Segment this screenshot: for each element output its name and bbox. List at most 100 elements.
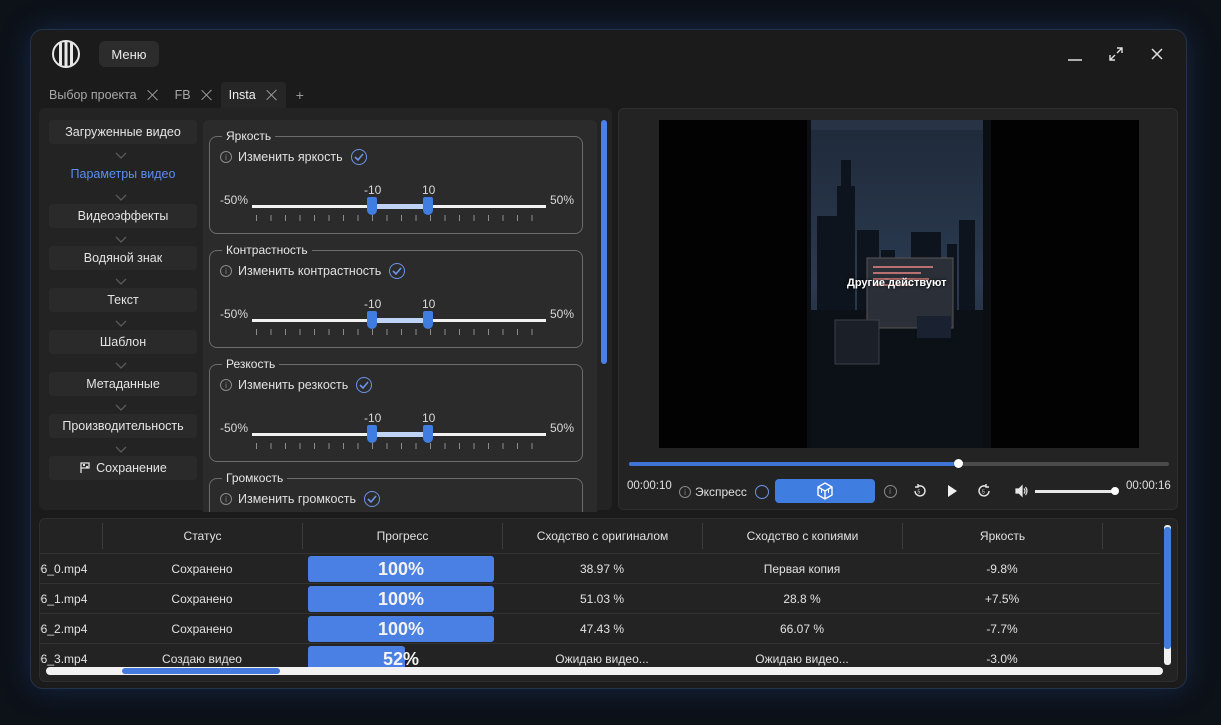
video-seek-bar[interactable] <box>629 459 1169 468</box>
sidebar-item-label: Сохранение <box>96 461 167 475</box>
rewind-icon[interactable]: 5 <box>911 482 929 500</box>
range-slider-low-handle[interactable] <box>367 311 377 329</box>
sidebar-item-metadata[interactable]: Метаданные <box>49 372 197 411</box>
tab-project-select[interactable]: Выбор проекта <box>41 82 167 108</box>
volume-icon[interactable] <box>1013 482 1031 500</box>
range-max-label: 50% <box>549 193 574 207</box>
express-option[interactable]: i Экспресс <box>679 485 769 499</box>
scrollbar-thumb[interactable] <box>1164 527 1171 649</box>
table-row[interactable]: 06_0.mp4 Сохранено 100% 38.97 % Первая копия… <box>40 553 1160 583</box>
results-table: Статус Прогресс Сходство с оригиналом Сх… <box>39 518 1178 682</box>
info-icon-glyph: i <box>883 484 897 498</box>
sidebar-item-performance[interactable]: Производительность <box>49 414 197 453</box>
chevron-down-icon <box>115 278 127 285</box>
contrast-toggle[interactable]: i Изменить контрастность <box>220 263 406 279</box>
tab-label: FB <box>174 88 191 102</box>
similarity-original-cell: 47.43 % <box>579 622 625 636</box>
chevron-down-icon <box>115 236 127 243</box>
forward-icon[interactable]: 5 <box>975 482 993 500</box>
status-cell: Сохранено <box>171 562 233 576</box>
sidebar-item-text[interactable]: Текст <box>49 288 197 327</box>
menu-button[interactable]: Меню <box>99 41 159 67</box>
progress-bar: 100% <box>308 616 494 642</box>
range-slider-high-handle[interactable] <box>423 311 433 329</box>
status-cell: Сохранено <box>171 622 233 636</box>
video-subtitle: Другие действуют <box>847 277 947 289</box>
checkmark-icon[interactable] <box>356 377 373 393</box>
sidebar-item-watermark[interactable]: Водяной знак <box>49 246 197 285</box>
column-header-progress[interactable]: Прогресс <box>302 523 502 549</box>
info-icon: i <box>220 151 232 163</box>
express-radio[interactable] <box>754 485 769 499</box>
column-header-brightness[interactable]: Яркость <box>902 523 1102 549</box>
range-slider-selection <box>372 318 428 323</box>
total-time: 00:00:16 <box>1126 480 1171 492</box>
column-header-similarity-original[interactable]: Сходство с оригиналом <box>502 523 702 549</box>
maximize-icon[interactable] <box>1104 42 1128 66</box>
tab-close-icon[interactable] <box>201 89 213 101</box>
similarity-copies-cell: 28.8 % <box>783 592 821 606</box>
play-icon[interactable] <box>943 482 961 500</box>
settings-scrollbar[interactable] <box>601 120 607 364</box>
checkmark-icon[interactable] <box>350 149 367 165</box>
column-header-status[interactable]: Статус <box>102 523 302 549</box>
video-frame: Другие действуют <box>807 120 991 448</box>
column-header-extra <box>1102 523 1162 549</box>
slider-ticks <box>256 329 546 335</box>
sidebar-item-uploaded-videos[interactable]: Загруженные видео <box>49 120 197 159</box>
progress-label: 100% <box>377 558 425 579</box>
sidebar-item-video-params[interactable]: Параметры видео <box>49 162 197 201</box>
video-params-settings: Яркость i Изменить яркость -50% -10 10 5… <box>203 120 597 512</box>
range-slider-low-handle[interactable] <box>367 425 377 443</box>
current-time: 00:00:10 <box>627 480 672 492</box>
flag-icon <box>80 462 90 473</box>
sidebar-item-video-effects[interactable]: Видеоэффекты <box>49 204 197 243</box>
seek-bar-handle[interactable] <box>954 459 964 468</box>
table-row[interactable]: 06_1.mp4 Сохранено 100% 51.03 % 28.8 % +7.5% <box>40 583 1160 613</box>
range-slider-high-handle[interactable] <box>423 197 433 215</box>
add-tab-button[interactable]: + <box>286 87 314 103</box>
table-horizontal-scrollbar[interactable] <box>46 667 1163 675</box>
volume-slider-handle[interactable] <box>1111 487 1119 495</box>
range-slider-high-handle[interactable] <box>423 425 433 443</box>
tab-insta[interactable]: Insta <box>220 82 286 108</box>
sharpness-toggle[interactable]: i Изменить резкость <box>220 377 373 393</box>
column-header-similarity-copies[interactable]: Сходство с копиями <box>702 523 902 549</box>
chevron-down-icon <box>115 152 127 159</box>
volume-slider[interactable] <box>1035 490 1115 493</box>
sidebar-item-template[interactable]: Шаблон <box>49 330 197 369</box>
tab-close-icon[interactable] <box>266 89 278 101</box>
info-icon: i <box>220 265 232 277</box>
range-slider-low-handle[interactable] <box>367 197 377 215</box>
sidebar-item-label: Водяной знак <box>83 251 163 265</box>
progress-bar: 100% <box>308 556 494 582</box>
progress-label: 100% <box>377 588 425 609</box>
tab-close-icon[interactable] <box>147 89 159 101</box>
close-icon[interactable] <box>1145 42 1169 66</box>
range-low-value: -10 <box>364 297 382 311</box>
svg-text:5: 5 <box>918 490 921 496</box>
table-row[interactable]: 06_2.mp4 Сохранено 100% 47.43 % 66.07 % -7.7% <box>40 613 1160 643</box>
generate-button[interactable] <box>775 479 875 503</box>
checkbox-label: Изменить громкость <box>238 492 356 506</box>
volume-toggle[interactable]: i Изменить громкость <box>220 491 380 507</box>
brightness-toggle[interactable]: i Изменить яркость <box>220 149 367 165</box>
settings-panel: Загруженные видео Параметры видео Видеоэ… <box>39 108 612 512</box>
range-min-label: -50% <box>220 307 249 321</box>
checkbox-label: Изменить резкость <box>238 378 349 392</box>
sidebar-item-save[interactable]: Сохранение <box>49 456 197 480</box>
brightness-cell: +7.5% <box>984 592 1020 606</box>
minimize-icon[interactable] <box>1063 42 1087 66</box>
range-min-label: -50% <box>220 421 249 435</box>
tab-fb[interactable]: FB <box>167 82 221 108</box>
video-player[interactable]: Другие действуют <box>659 120 1139 448</box>
checkmark-icon[interactable] <box>363 491 380 507</box>
checkmark-icon[interactable] <box>389 263 406 279</box>
brightness-cell: -7.7% <box>986 622 1018 636</box>
file-name-cell: 06_2.mp4 <box>39 622 88 636</box>
range-high-value: 10 <box>422 297 436 311</box>
progress-bar: 100% <box>308 586 494 612</box>
sidebar-item-label: Производительность <box>62 419 184 433</box>
scrollbar-thumb[interactable] <box>122 668 280 674</box>
slider-ticks <box>256 215 546 221</box>
